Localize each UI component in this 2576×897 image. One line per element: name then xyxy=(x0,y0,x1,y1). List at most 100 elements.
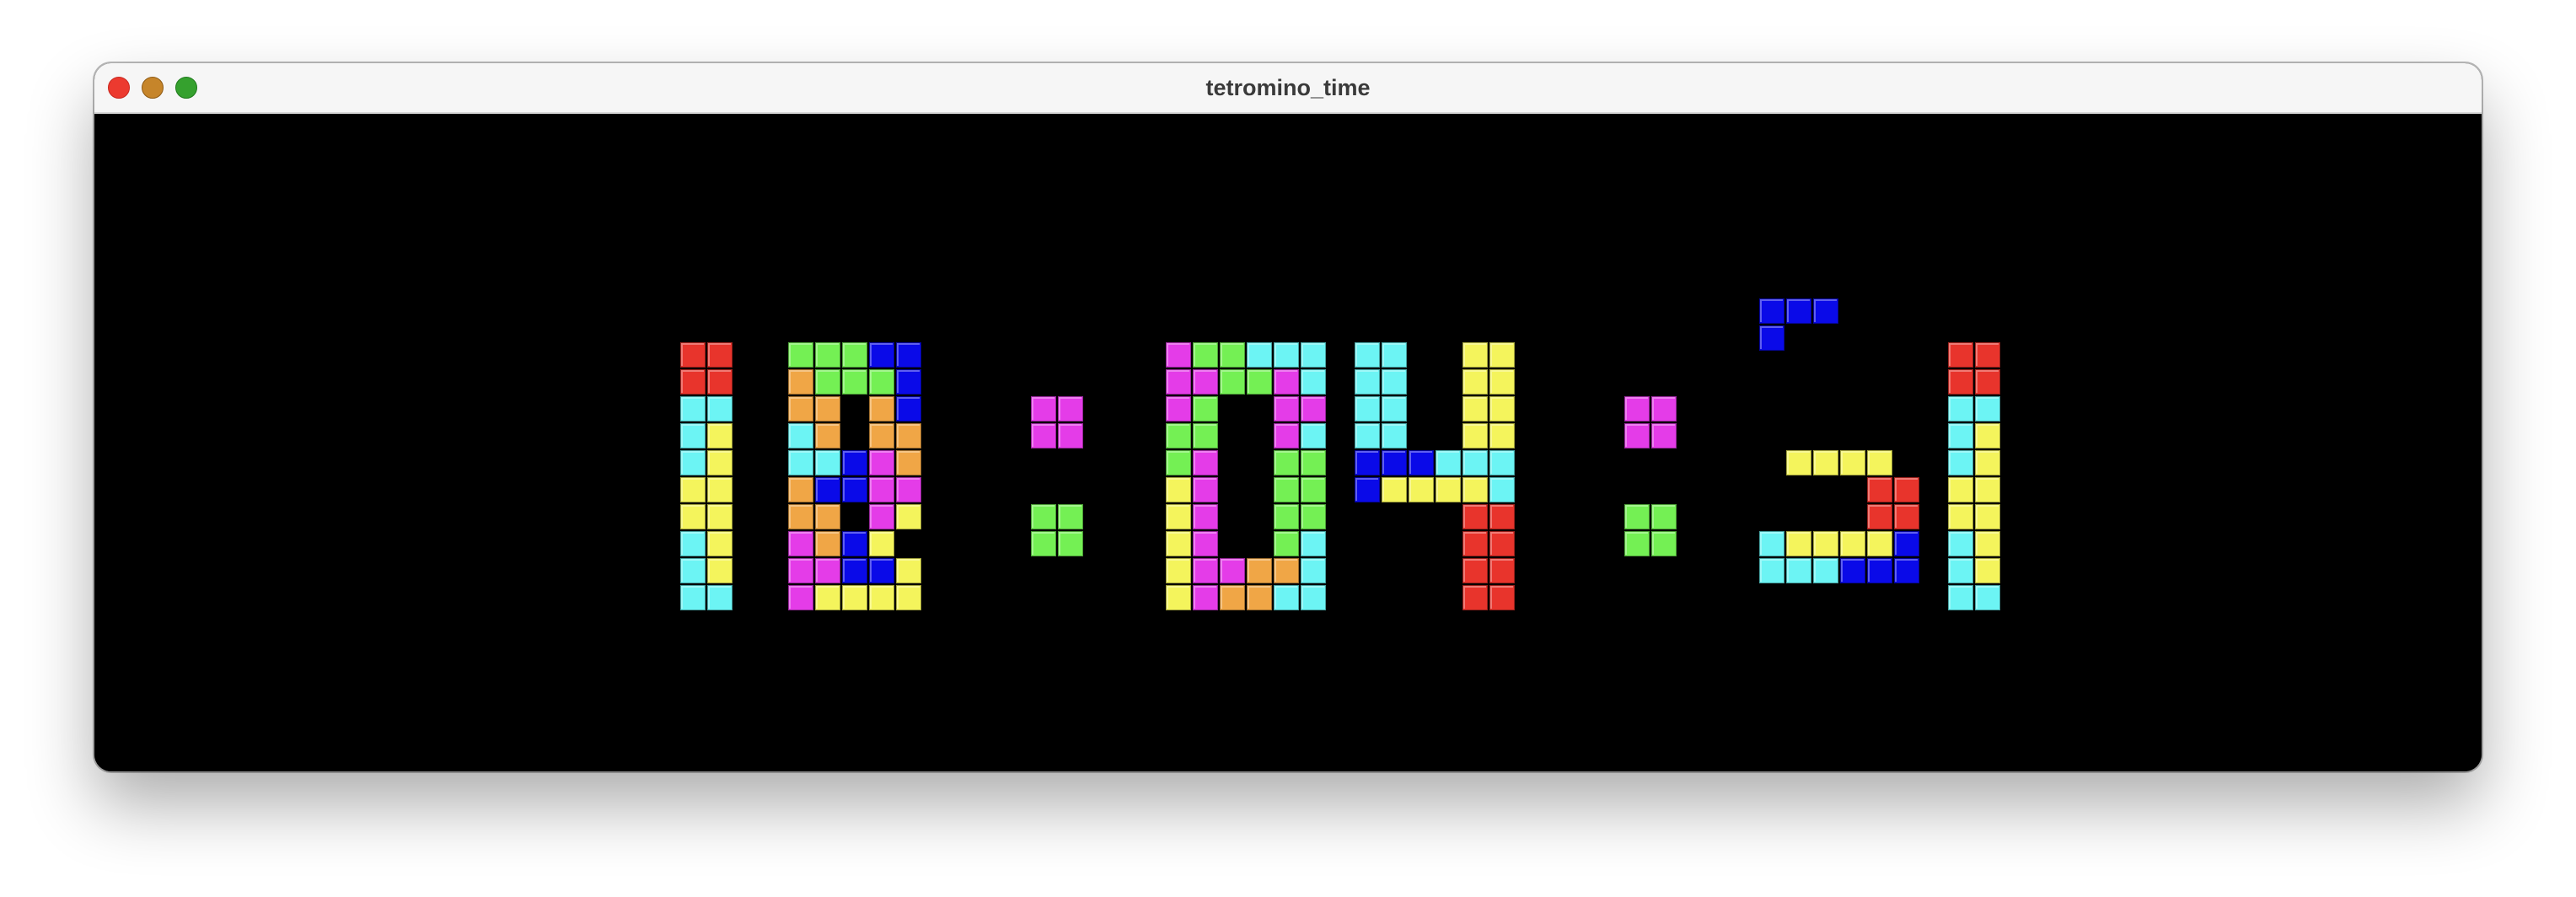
tetromino-cell-6-8-4 xyxy=(1866,557,1893,584)
tetromino-cell-4-0-4 xyxy=(1462,341,1489,368)
tetromino-cell-1-7-2 xyxy=(814,530,841,557)
tetromino-cell-2-3-1 xyxy=(1057,422,1084,449)
tetromino-cell-5-6-0 xyxy=(1623,503,1650,530)
tetromino-cell-6-4-1 xyxy=(1785,449,1812,476)
tetromino-cell-3-8-3 xyxy=(1246,557,1273,584)
tetromino-cell-7-3-0 xyxy=(1947,422,1974,449)
tetromino-cell-1-4-1 xyxy=(787,449,814,476)
tetromino-cell-3-3-0 xyxy=(1165,422,1192,449)
tetromino-cell-3-4-0 xyxy=(1165,449,1192,476)
falling-tetromino-cell-0 xyxy=(1758,298,1785,325)
tetromino-cell-4-3-1 xyxy=(1381,422,1408,449)
tetromino-cell-5-2-0 xyxy=(1623,395,1650,422)
tetromino-cell-7-6-0 xyxy=(1947,503,1974,530)
tetromino-cell-3-3-1 xyxy=(1192,422,1219,449)
tetromino-cell-7-0-0 xyxy=(1947,341,1974,368)
tetromino-cell-1-8-1 xyxy=(787,557,814,584)
falling-tetromino-cell-3 xyxy=(1758,325,1785,352)
tetromino-cell-3-8-5 xyxy=(1300,557,1327,584)
tetromino-cell-4-1-4 xyxy=(1462,368,1489,395)
tetromino-cell-1-1-2 xyxy=(814,368,841,395)
tetromino-cell-0-2-1 xyxy=(706,395,733,422)
tetromino-cell-1-9-5 xyxy=(895,584,922,611)
tetromino-cell-1-1-4 xyxy=(868,368,895,395)
tetromino-cell-4-5-2 xyxy=(1408,476,1435,503)
tetromino-cell-3-4-5 xyxy=(1300,449,1327,476)
tetromino-cell-0-1-0 xyxy=(679,368,706,395)
tetromino-cell-1-2-5 xyxy=(895,395,922,422)
tetromino-cell-6-4-3 xyxy=(1839,449,1866,476)
tetromino-cell-0-8-0 xyxy=(679,557,706,584)
tetromino-cell-2-6-0 xyxy=(1030,503,1057,530)
tetromino-cell-0-8-1 xyxy=(706,557,733,584)
tetromino-cell-4-4-0 xyxy=(1354,449,1381,476)
tetromino-cell-4-4-2 xyxy=(1408,449,1435,476)
tetromino-cell-3-6-0 xyxy=(1165,503,1192,530)
title-bar[interactable]: tetromino_time xyxy=(94,63,2482,114)
tetromino-cell-7-7-0 xyxy=(1947,530,1974,557)
tetromino-cell-3-0-4 xyxy=(1273,341,1300,368)
tetromino-cell-3-1-4 xyxy=(1273,368,1300,395)
tetromino-cell-1-3-5 xyxy=(895,422,922,449)
tetromino-cell-1-6-1 xyxy=(787,503,814,530)
tetromino-cell-2-2-1 xyxy=(1057,395,1084,422)
tetromino-cell-3-6-4 xyxy=(1273,503,1300,530)
tetromino-cell-1-6-5 xyxy=(895,503,922,530)
tetromino-cell-1-8-2 xyxy=(814,557,841,584)
tetromino-cell-6-4-2 xyxy=(1812,449,1839,476)
tetromino-cell-3-0-5 xyxy=(1300,341,1327,368)
tetromino-cell-4-9-4 xyxy=(1462,584,1489,611)
tetromino-cell-4-5-3 xyxy=(1435,476,1462,503)
tetromino-cell-4-8-5 xyxy=(1489,557,1516,584)
tetromino-cell-4-4-3 xyxy=(1435,449,1462,476)
tetromino-cell-7-9-0 xyxy=(1947,584,1974,611)
tetromino-cell-5-7-1 xyxy=(1650,530,1677,557)
tetromino-cell-3-6-1 xyxy=(1192,503,1219,530)
tetromino-cell-4-1-1 xyxy=(1381,368,1408,395)
tetromino-cell-3-7-4 xyxy=(1273,530,1300,557)
tetromino-cell-5-2-1 xyxy=(1650,395,1677,422)
tetromino-cell-1-3-2 xyxy=(814,422,841,449)
tetromino-cell-7-4-0 xyxy=(1947,449,1974,476)
tetromino-cell-4-2-5 xyxy=(1489,395,1516,422)
tetromino-cell-3-4-1 xyxy=(1192,449,1219,476)
tetromino-cell-5-6-1 xyxy=(1650,503,1677,530)
tetromino-cell-0-5-0 xyxy=(679,476,706,503)
tetromino-cell-3-9-5 xyxy=(1300,584,1327,611)
tetromino-cell-4-2-4 xyxy=(1462,395,1489,422)
window-title: tetromino_time xyxy=(1205,75,1371,100)
tetromino-cell-6-8-3 xyxy=(1839,557,1866,584)
tetromino-cell-3-8-0 xyxy=(1165,557,1192,584)
tetromino-cell-3-1-3 xyxy=(1246,368,1273,395)
tetromino-cell-1-0-4 xyxy=(868,341,895,368)
tetromino-cell-1-6-2 xyxy=(814,503,841,530)
tetromino-cell-6-7-2 xyxy=(1812,530,1839,557)
tetromino-cell-2-7-0 xyxy=(1030,530,1057,557)
tetromino-cell-1-2-2 xyxy=(814,395,841,422)
tetromino-cell-2-2-0 xyxy=(1030,395,1057,422)
tetromino-cell-6-8-2 xyxy=(1812,557,1839,584)
tetromino-cell-3-7-1 xyxy=(1192,530,1219,557)
tetromino-cell-7-3-1 xyxy=(1974,422,2001,449)
tetromino-cell-7-2-1 xyxy=(1974,395,2001,422)
tetromino-cell-0-0-1 xyxy=(706,341,733,368)
tetromino-cell-1-9-3 xyxy=(841,584,868,611)
tetromino-cell-3-5-1 xyxy=(1192,476,1219,503)
tetromino-cell-3-3-4 xyxy=(1273,422,1300,449)
tetromino-cell-4-2-1 xyxy=(1381,395,1408,422)
tetromino-cell-0-6-1 xyxy=(706,503,733,530)
tetromino-cell-1-6-4 xyxy=(868,503,895,530)
tetromino-cell-1-4-3 xyxy=(841,449,868,476)
clock-canvas: 18:04:51 xyxy=(94,114,2482,771)
tetromino-cell-1-7-1 xyxy=(787,530,814,557)
tetromino-cell-4-5-5 xyxy=(1489,476,1516,503)
tetromino-cell-1-4-2 xyxy=(814,449,841,476)
tetromino-cell-4-0-1 xyxy=(1381,341,1408,368)
tetromino-cell-4-2-0 xyxy=(1354,395,1381,422)
tetromino-cell-3-0-0 xyxy=(1165,341,1192,368)
tetromino-cell-3-1-1 xyxy=(1192,368,1219,395)
tetromino-cell-4-9-5 xyxy=(1489,584,1516,611)
tetromino-cell-1-8-4 xyxy=(868,557,895,584)
tetromino-cell-6-4-4 xyxy=(1866,449,1893,476)
tetromino-cell-3-3-5 xyxy=(1300,422,1327,449)
